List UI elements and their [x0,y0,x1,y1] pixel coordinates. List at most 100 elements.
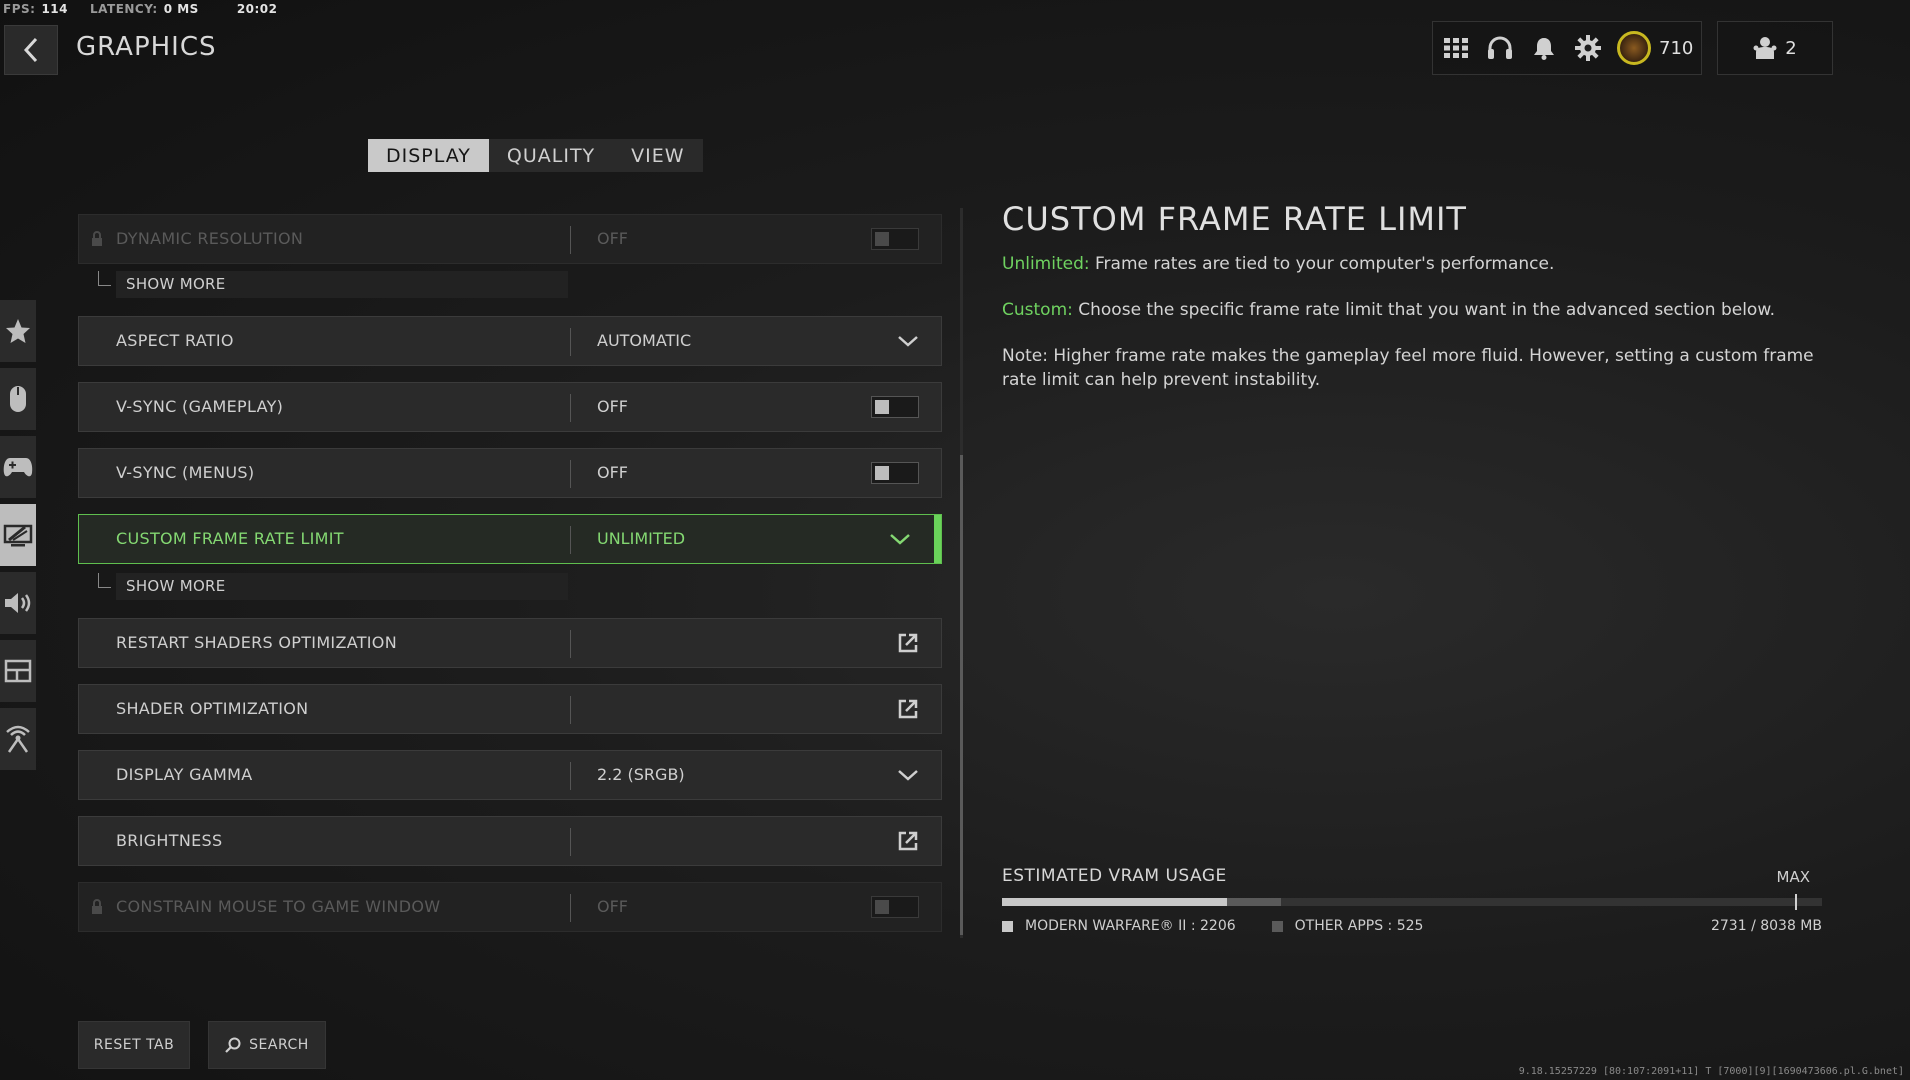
category-sidebar [0,300,36,776]
setting-value: UNLIMITED [597,529,686,548]
headset-button[interactable] [1485,33,1515,63]
speaker-icon [5,593,31,613]
setting-aspect-ratio[interactable]: ASPECT RATIO AUTOMATIC [78,316,942,366]
lock-icon [92,899,102,914]
divider [570,630,571,658]
sidebar-item-mouse[interactable] [0,368,36,430]
setting-label: CUSTOM FRAME RATE LIMIT [116,529,344,548]
setting-label: BRIGHTNESS [116,831,223,850]
search-label: SEARCH [249,1037,309,1053]
toggle-switch[interactable] [871,396,919,418]
party-count: 2 [1785,37,1797,59]
network-icon [6,725,30,753]
interface-icon [4,659,32,683]
setting-value: OFF [597,229,628,248]
sidebar-item-controller[interactable] [0,436,36,498]
show-more-frame-rate[interactable]: SHOW MORE [78,573,568,600]
tree-connector [98,573,111,588]
chevron-left-icon [23,37,38,63]
show-more-label: SHOW MORE [126,577,226,595]
sidebar-item-interface[interactable] [0,640,36,702]
grid-menu-button[interactable] [1441,33,1471,63]
vram-total: 2731 / 8038 MB [1710,918,1822,934]
lock-icon [92,231,102,246]
setting-value: OFF [597,397,628,416]
description-title: CUSTOM FRAME RATE LIMIT [1002,200,1467,238]
mouse-icon [10,386,26,412]
sidebar-item-graphics[interactable] [0,504,36,566]
tab-display[interactable]: DISPLAY [368,139,489,172]
sidebar-item-audio[interactable] [0,572,36,634]
toggle-switch[interactable] [871,462,919,484]
vram-bar [1002,894,1822,910]
party-icon [1753,37,1777,59]
setting-description-panel: CUSTOM FRAME RATE LIMIT Unlimited: Frame… [1002,200,1822,414]
show-more-dynamic-resolution[interactable]: SHOW MORE [78,271,568,298]
divider [570,526,571,554]
external-link-icon[interactable] [897,698,919,720]
bell-icon [1534,38,1554,60]
chevron-down-icon[interactable] [897,334,919,348]
setting-vsync-menus[interactable]: V-SYNC (MENUS) OFF [78,448,942,498]
setting-custom-frame-rate-limit[interactable]: CUSTOM FRAME RATE LIMIT UNLIMITED [78,514,942,564]
grid-icon [1444,38,1468,58]
cp-balance: 710 [1659,37,1694,59]
sidebar-item-network[interactable] [0,708,36,770]
back-button[interactable] [4,25,58,75]
headset-icon [1488,36,1512,59]
setting-label: CONSTRAIN MOUSE TO GAME WINDOW [116,897,441,916]
chevron-down-icon[interactable] [897,768,919,782]
setting-brightness[interactable]: BRIGHTNESS [78,816,942,866]
build-version: 9.18.15257229 [80:107:2091+11] T [7000][… [1518,1066,1904,1077]
tab-quality[interactable]: QUALITY [489,139,613,172]
legend-game: MODERN WARFARE® II : 2206 [1025,918,1236,934]
setting-shader-optimization[interactable]: SHADER OPTIMIZATION [78,684,942,734]
external-link-icon[interactable] [897,632,919,654]
player-avatar[interactable] [1617,31,1651,65]
sidebar-item-favorites[interactable] [0,300,36,362]
vram-bar-game [1002,898,1228,906]
setting-vsync-gameplay[interactable]: V-SYNC (GAMEPLAY) OFF [78,382,942,432]
vram-legend: MODERN WARFARE® II : 2206 OTHER APPS : 5… [1002,918,1822,934]
setting-display-gamma[interactable]: DISPLAY GAMMA 2.2 (SRGB) [78,750,942,800]
description-key: Custom: [1002,300,1073,320]
legend-swatch-other [1271,920,1283,932]
setting-label: DISPLAY GAMMA [116,765,253,784]
tree-connector [98,271,111,286]
latency-label: LATENCY: [90,2,158,16]
search-icon [225,1037,241,1053]
performance-stats: FPS: 114 LATENCY: 0 MS 20:02 [3,2,278,16]
scrollbar-thumb[interactable] [960,455,963,935]
setting-label: RESTART SHADERS OPTIMIZATION [116,633,397,652]
tab-view[interactable]: VIEW [613,139,702,172]
description-unlimited: Unlimited: Frame rates are tied to your … [1002,252,1822,276]
external-link-icon[interactable] [897,830,919,852]
divider [570,226,571,254]
selection-accent [934,515,941,563]
party-button[interactable]: 2 [1717,21,1833,75]
settings-button[interactable] [1573,33,1603,63]
notifications-button[interactable] [1529,33,1559,63]
setting-label: ASPECT RATIO [116,331,234,350]
description-text: Frame rates are tied to your computer's … [1089,254,1555,274]
legend-other: OTHER APPS : 525 [1294,918,1424,934]
divider [570,394,571,422]
setting-value: OFF [597,897,628,916]
legend-swatch-game [1002,920,1013,932]
setting-constrain-mouse: CONSTRAIN MOUSE TO GAME WINDOW OFF [78,882,942,932]
star-icon [6,319,30,343]
divider [570,328,571,356]
chevron-down-icon[interactable] [889,532,911,546]
setting-value: OFF [597,463,628,482]
description-text: Choose the specific frame rate limit tha… [1072,300,1776,320]
search-button[interactable]: SEARCH [208,1021,326,1069]
reset-tab-button[interactable]: RESET TAB [78,1021,190,1069]
setting-label: DYNAMIC RESOLUTION [116,229,304,248]
setting-restart-shaders-optimization[interactable]: RESTART SHADERS OPTIMIZATION [78,618,942,668]
vram-max-label: MAX [1776,868,1810,886]
settings-tabs: DISPLAY QUALITY VIEW [368,139,703,172]
setting-value: 2.2 (SRGB) [597,765,685,784]
divider [570,828,571,856]
page-title: GRAPHICS [76,32,217,62]
fps-label: FPS: [3,2,36,16]
